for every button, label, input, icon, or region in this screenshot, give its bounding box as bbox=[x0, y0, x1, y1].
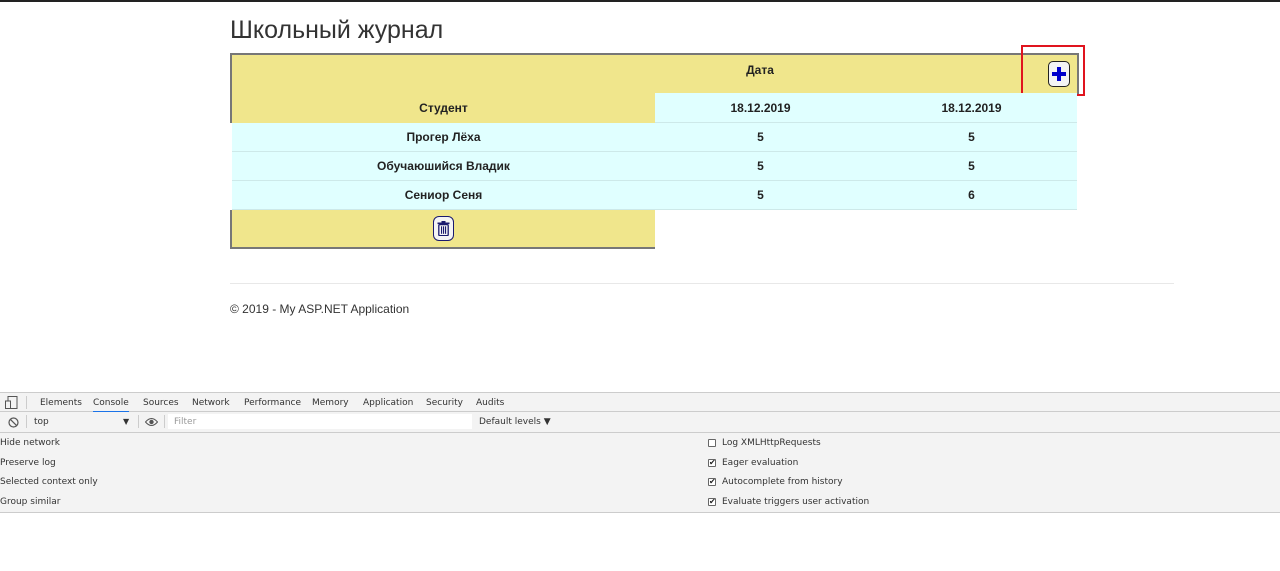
tab-audits[interactable]: Audits bbox=[476, 398, 504, 408]
setting-log-xhr: Log XMLHttpRequests bbox=[722, 438, 821, 448]
setting-eager-eval: Eager evaluation bbox=[722, 458, 799, 468]
tab-memory[interactable]: Memory bbox=[312, 398, 349, 408]
setting-autocomplete: Autocomplete from history bbox=[722, 477, 843, 487]
context-selector[interactable]: top bbox=[34, 417, 49, 427]
grade-cell: 5 bbox=[655, 152, 866, 181]
checkbox-log-xhr[interactable] bbox=[708, 439, 716, 447]
log-levels-dropdown[interactable]: Default levels ▼ bbox=[479, 417, 551, 427]
date-header: Дата bbox=[746, 63, 774, 77]
tab-elements[interactable]: Elements bbox=[40, 398, 82, 408]
top-rule bbox=[0, 0, 1280, 2]
checkbox-eval-triggers[interactable]: ✔ bbox=[708, 498, 716, 506]
delete-button[interactable] bbox=[433, 216, 454, 241]
grade-cell: 6 bbox=[866, 181, 1077, 210]
tab-separator bbox=[26, 396, 27, 409]
grade-cell: 5 bbox=[866, 123, 1077, 152]
console-toolbar: top ▼ Filter Default levels ▼ bbox=[0, 412, 1280, 433]
checkbox-eager-eval[interactable]: ✔ bbox=[708, 459, 716, 467]
page-title: Школьный журнал bbox=[230, 16, 444, 44]
student-name: Прогер Лёха bbox=[232, 123, 655, 152]
grade-cell: 5 bbox=[866, 152, 1077, 181]
filter-input[interactable]: Filter bbox=[168, 414, 472, 429]
date-column-header: 18.12.2019 bbox=[866, 93, 1077, 123]
grade-cell: 5 bbox=[655, 123, 866, 152]
devtools-panel: Elements Console Sources Network Perform… bbox=[0, 392, 1280, 571]
tab-network[interactable]: Network bbox=[192, 398, 230, 408]
console-output[interactable] bbox=[0, 513, 1280, 571]
student-name: Сениор Сеня bbox=[232, 181, 655, 210]
tab-performance[interactable]: Performance bbox=[244, 398, 301, 408]
devtools-tab-bar: Elements Console Sources Network Perform… bbox=[0, 392, 1280, 413]
context-dropdown-icon[interactable]: ▼ bbox=[123, 417, 129, 426]
setting-selected-context[interactable]: Selected context only bbox=[0, 477, 98, 487]
toolbar-separator bbox=[164, 415, 165, 428]
clear-console-icon[interactable] bbox=[8, 417, 19, 428]
setting-preserve-log[interactable]: Preserve log bbox=[0, 458, 56, 468]
tab-sources[interactable]: Sources bbox=[143, 398, 179, 408]
toolbar-separator bbox=[26, 415, 27, 428]
device-toggle-icon[interactable] bbox=[5, 396, 18, 409]
tab-security[interactable]: Security bbox=[426, 398, 463, 408]
footer-text: © 2019 - My ASP.NET Application bbox=[230, 302, 410, 316]
checkbox-autocomplete[interactable]: ✔ bbox=[708, 478, 716, 486]
highlight-box bbox=[1021, 45, 1085, 96]
date-column-header: 18.12.2019 bbox=[655, 93, 866, 123]
setting-hide-network[interactable]: Hide network bbox=[0, 438, 60, 448]
grade-cell: 5 bbox=[655, 181, 866, 210]
console-settings: Hide network Preserve log Selected conte… bbox=[0, 433, 1280, 513]
student-header: Студент bbox=[230, 93, 655, 123]
tab-console[interactable]: Console bbox=[93, 398, 129, 413]
eye-icon[interactable] bbox=[145, 417, 158, 427]
filter-placeholder: Filter bbox=[174, 417, 197, 427]
setting-group-similar[interactable]: Group similar bbox=[0, 497, 60, 507]
tab-application[interactable]: Application bbox=[363, 398, 413, 408]
student-name: Обучаюшийся Владик bbox=[232, 152, 655, 181]
setting-eval-triggers: Evaluate triggers user activation bbox=[722, 497, 870, 507]
trash-icon bbox=[437, 221, 450, 236]
toolbar-separator bbox=[138, 415, 139, 428]
footer-divider bbox=[230, 283, 1174, 284]
